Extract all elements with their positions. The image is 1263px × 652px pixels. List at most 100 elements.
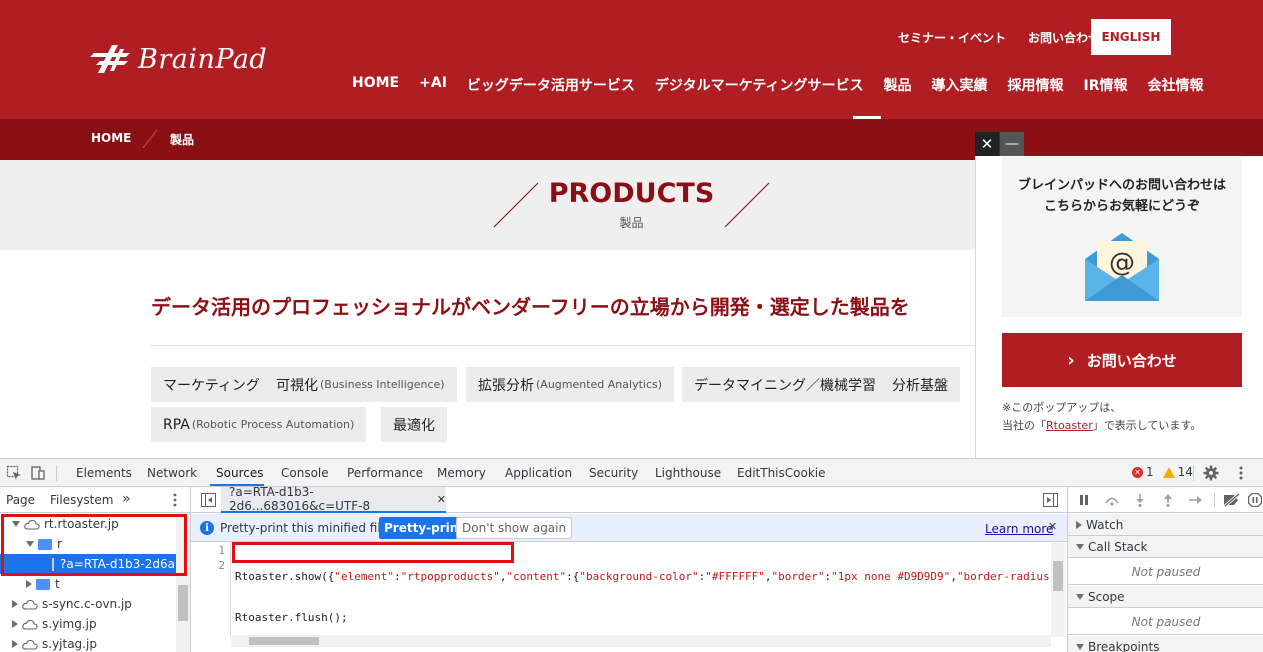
svg-text:@: @ <box>1109 248 1135 278</box>
step-over-icon[interactable] <box>1104 494 1120 506</box>
tag-label: RPA <box>163 416 190 433</box>
rtoaster-link[interactable]: Rtoaster <box>1046 419 1093 432</box>
warning-count: 14 <box>1177 465 1193 479</box>
error-icon: ✕ <box>1132 466 1143 478</box>
tab-editthiscookie[interactable]: EditThisCookie <box>737 466 826 480</box>
tag-analytics-platform[interactable]: 分析基盤 <box>880 367 960 402</box>
seminar-link[interactable]: セミナー・イベント <box>898 29 1006 46</box>
tag-rpa[interactable]: RPA (Robotic Process Automation) <box>151 407 367 442</box>
settings-gear-icon[interactable] <box>1203 465 1219 481</box>
tab-security[interactable]: Security <box>589 466 638 480</box>
english-button[interactable]: ENGLISH <box>1091 19 1171 55</box>
code-view[interactable]: 1 2 Rtoaster.show({"element":"rtpopprodu… <box>191 542 1067 637</box>
section-watch[interactable]: Watch <box>1068 514 1263 536</box>
tree-item-s-sync[interactable]: s-sync.c-ovn.jp <box>0 594 176 614</box>
nav-case-studies[interactable]: 導入実績 <box>932 75 988 95</box>
step-out-icon[interactable] <box>1162 493 1174 507</box>
tag-data-mining[interactable]: データマイニング／機械学習 <box>682 367 888 402</box>
breadcrumb-home[interactable]: HOME <box>91 131 131 145</box>
toggle-navigator-icon[interactable] <box>201 493 216 507</box>
tag-optimization[interactable]: 最適化 <box>381 407 447 442</box>
navigator-tab-page[interactable]: Page <box>6 493 35 507</box>
tab-sources[interactable]: Sources <box>216 466 263 480</box>
scrollbar-thumb[interactable] <box>249 637 319 645</box>
code-token: "border" <box>771 570 825 583</box>
tree-item-folder-t[interactable]: t <box>0 574 176 594</box>
line-number: 1 <box>218 544 225 557</box>
dont-show-again-button[interactable]: Don't show again <box>456 517 573 539</box>
deactivate-breakpoints-icon[interactable] <box>1223 493 1241 507</box>
more-options-icon[interactable] <box>1233 465 1249 481</box>
device-toolbar-icon[interactable] <box>30 465 46 481</box>
editor-tab-rta-file[interactable]: ?a=RTA-d1b3-2d6...683016&c=UTF-8 ✕ <box>221 485 446 513</box>
navigator-menu-icon[interactable] <box>170 492 180 508</box>
tab-console[interactable]: Console <box>281 466 329 480</box>
toggle-debugger-icon[interactable] <box>1043 493 1058 507</box>
scrollbar-thumb[interactable] <box>178 585 188 621</box>
tab-application[interactable]: Application <box>505 466 572 480</box>
issues-counter[interactable]: ✕ 1 14 <box>1132 465 1193 479</box>
nav-digital-marketing[interactable]: デジタルマーケティングサービス <box>655 75 864 95</box>
nav-recruit[interactable]: 採用情報 <box>1008 75 1064 95</box>
pause-icon[interactable] <box>1078 494 1090 506</box>
toolbar-divider <box>56 465 57 481</box>
popup-message-line1: ブレインパッドへのお問い合わせは <box>1017 178 1226 193</box>
learn-more-link[interactable]: Learn more <box>985 522 1053 536</box>
code-token: , <box>950 570 957 583</box>
tree-item-s-yjtag[interactable]: s.yjtag.jp <box>0 634 176 652</box>
inspect-element-icon[interactable] <box>6 465 22 481</box>
editor-horizontal-scrollbar[interactable] <box>231 635 1051 647</box>
tag-visualization[interactable]: 可視化 (Business Intelligence) <box>264 367 457 402</box>
section-label: Scope <box>1088 589 1125 604</box>
infobar-close-icon[interactable]: ✕ <box>1048 520 1057 533</box>
breadcrumb-separator-icon <box>142 129 158 149</box>
popup-contact-label: お問い合わせ <box>1086 351 1177 370</box>
tab-network[interactable]: Network <box>147 466 197 480</box>
editor-vertical-scrollbar[interactable] <box>1051 543 1065 637</box>
envelope-mail-icon: @ <box>1085 233 1159 301</box>
tab-performance[interactable]: Performance <box>347 466 423 480</box>
tree-item-label: s-sync.c-ovn.jp <box>42 597 132 611</box>
section-breakpoints[interactable]: Breakpoints <box>1068 636 1263 652</box>
tag-marketing[interactable]: マーケティング <box>151 367 272 402</box>
section-label: Call Stack <box>1088 539 1148 554</box>
popup-close-button[interactable]: ✕ <box>975 132 999 156</box>
code-token: "border-radius" <box>956 570 1049 583</box>
nav-home[interactable]: HOME <box>352 75 399 95</box>
tab-elements[interactable]: Elements <box>76 466 132 480</box>
section-call-stack[interactable]: Call Stack <box>1068 536 1263 558</box>
step-icon[interactable] <box>1188 494 1204 506</box>
collapse-arrow-icon <box>12 600 18 608</box>
close-icon[interactable]: ✕ <box>437 493 446 506</box>
navigator-tab-filesystem[interactable]: Filesystem <box>50 493 113 507</box>
nav-ir[interactable]: IR情報 <box>1084 75 1128 95</box>
nav-ai[interactable]: +AI <box>419 75 447 95</box>
code-token: "rtpopproducts" <box>400 570 500 583</box>
tab-lighthouse[interactable]: Lighthouse <box>655 466 721 480</box>
line-gutter: 1 2 <box>191 543 231 637</box>
more-tabs-icon[interactable]: » <box>122 491 131 507</box>
popup-contact-button[interactable]: › お問い合わせ <box>1002 333 1242 387</box>
nav-bigdata[interactable]: ビッグデータ活用サービス <box>467 75 635 95</box>
code-line-1: Rtoaster.show({"element":"rtpopproducts"… <box>235 569 1049 584</box>
code-token: "element" <box>334 570 394 583</box>
brainpad-logo[interactable]: BrainPad <box>90 42 267 76</box>
contact-link[interactable]: お問い合わせ <box>1028 29 1100 46</box>
scrollbar-thumb[interactable] <box>1053 561 1063 591</box>
navigator-tabs: Page Filesystem » <box>0 487 190 513</box>
error-count: 1 <box>1146 465 1154 479</box>
breadcrumb-current: 製品 <box>170 133 195 147</box>
tag-label: データマイニング／機械学習 <box>694 377 876 394</box>
nav-company[interactable]: 会社情報 <box>1148 75 1204 95</box>
tab-memory[interactable]: Memory <box>437 466 486 480</box>
tag-augmented-analytics[interactable]: 拡張分析 (Augmented Analytics) <box>466 367 675 402</box>
code-token: : <box>393 570 401 583</box>
tree-item-s-yimg[interactable]: s.yimg.jp <box>0 614 176 634</box>
step-into-icon[interactable] <box>1134 493 1146 507</box>
popup-minimize-button[interactable]: — <box>1000 132 1024 156</box>
warning-icon <box>1162 466 1175 478</box>
section-scope[interactable]: Scope <box>1068 586 1263 608</box>
screen: BrainPad セミナー・イベント お問い合わせ ENGLISH HOME +… <box>0 0 1263 652</box>
pause-on-exceptions-icon[interactable] <box>1248 493 1262 507</box>
nav-products[interactable]: 製品 <box>884 75 912 95</box>
